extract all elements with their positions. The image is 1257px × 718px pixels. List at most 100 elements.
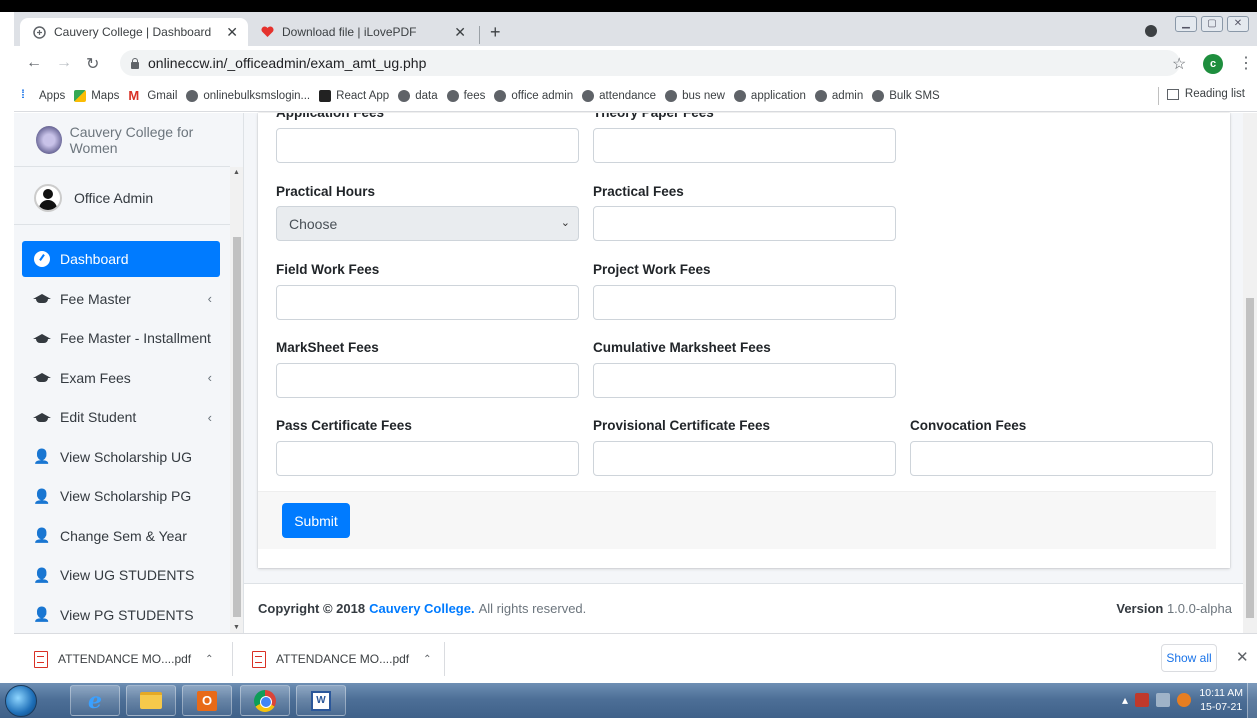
convocation-fees-input[interactable]: [910, 441, 1213, 476]
user-avatar: [34, 183, 62, 212]
chrome-button[interactable]: [240, 685, 290, 716]
tray-expand-icon[interactable]: ▴: [1122, 693, 1128, 707]
sidebar-item-view-scholarship-ug[interactable]: 👤 View Scholarship UG: [22, 439, 220, 475]
chevron-left-icon: ‹: [207, 291, 212, 306]
minimize-icon[interactable]: ▁: [1175, 16, 1197, 32]
taskbar-clock[interactable]: 10:11 AM 15-07-21: [1199, 686, 1243, 714]
url-bar[interactable]: onlineccw.in/_officeadmin/exam_amt_ug.ph…: [120, 50, 1180, 76]
exam-fees-form-card: Application Fees Theory Paper Fees Pract…: [258, 113, 1230, 568]
practical-hours-select[interactable]: Choose ⌄: [276, 206, 579, 241]
scroll-up-icon[interactable]: ▲: [233, 169, 240, 176]
bookmark-bus-new[interactable]: bus new: [665, 89, 725, 102]
tab-title: Download file | iLovePDF: [282, 25, 417, 39]
maximize-icon[interactable]: ▢: [1201, 16, 1223, 32]
sidebar-item-fee-master[interactable]: Fee Master ‹: [22, 281, 220, 317]
convocation-fees-label: Convocation Fees: [910, 418, 1027, 433]
bookmark-bulk-sms[interactable]: Bulk SMS: [872, 89, 940, 102]
user-panel[interactable]: Office Admin: [14, 171, 230, 225]
pass-certificate-fees-input[interactable]: [276, 441, 579, 476]
theory-paper-fees-input[interactable]: [593, 128, 896, 163]
maps-icon: [74, 89, 87, 102]
downloads-bar: ATTENDANCE MO....pdf ⌃ ATTENDANCE MO....…: [14, 633, 1257, 683]
chevron-up-icon[interactable]: ⌃: [423, 654, 431, 665]
download-item[interactable]: ATTENDANCE MO....pdf ⌃: [232, 634, 444, 684]
bookmark-react-app[interactable]: React App: [319, 89, 389, 102]
tab-close-icon[interactable]: ✕: [454, 24, 466, 41]
internet-explorer-button[interactable]: e: [70, 685, 120, 716]
application-fees-input[interactable]: [276, 128, 579, 163]
tab-cauvery-dashboard[interactable]: Cauvery College | Dashboard ✕: [20, 18, 248, 46]
start-button[interactable]: [5, 685, 37, 717]
bookmark-office-admin[interactable]: office admin: [494, 89, 573, 102]
window-close-icon[interactable]: ✕: [1227, 16, 1249, 32]
sidebar-item-label: Change Sem & Year: [60, 527, 187, 544]
tab-ilovepdf[interactable]: Download file | iLovePDF ✕: [248, 18, 476, 46]
sidebar-item-label: View PG STUDENTS: [60, 606, 194, 623]
reading-list-button[interactable]: Reading list: [1166, 88, 1245, 100]
tab-close-icon[interactable]: ✕: [226, 24, 238, 41]
sidebar-item-label: Fee Master: [60, 290, 131, 307]
sidebar-item-dashboard[interactable]: Dashboard: [22, 241, 220, 277]
graduation-cap-icon: [32, 333, 52, 343]
sidebar-item-view-ug-students[interactable]: 👤 View UG STUDENTS: [22, 557, 220, 593]
bookmark-maps[interactable]: Maps: [74, 89, 119, 102]
chevron-up-icon[interactable]: ⌃: [205, 654, 213, 665]
new-tab-button[interactable]: +: [490, 22, 501, 43]
bookmark-application[interactable]: application: [733, 89, 806, 102]
sidebar-item-view-scholarship-pg[interactable]: 👤 View Scholarship PG: [22, 478, 220, 514]
word-button[interactable]: W: [296, 685, 346, 716]
tray-volume-icon[interactable]: [1177, 693, 1191, 707]
download-item[interactable]: ATTENDANCE MO....pdf ⌃: [14, 634, 232, 684]
bookmark-data[interactable]: data: [398, 89, 438, 102]
reading-list-icon: [1166, 88, 1179, 100]
bookmark-apps[interactable]: Apps: [21, 87, 65, 102]
browser-menu-icon[interactable]: ⋮: [1238, 53, 1254, 73]
sidebar-scroll-thumb[interactable]: [233, 237, 241, 617]
submit-button[interactable]: Submit: [282, 503, 350, 538]
show-all-downloads-button[interactable]: Show all: [1161, 644, 1217, 672]
sidebar-item-change-sem-year[interactable]: 👤 Change Sem & Year: [22, 518, 220, 554]
cumulative-marksheet-fees-label: Cumulative Marksheet Fees: [593, 340, 771, 355]
provisional-certificate-fees-label: Provisional Certificate Fees: [593, 418, 771, 433]
bookmark-admin[interactable]: admin: [814, 89, 863, 102]
lock-icon: [130, 58, 140, 69]
bookmark-star-icon[interactable]: ☆: [1172, 54, 1186, 74]
close-downloads-icon[interactable]: ✕: [1236, 648, 1249, 666]
cumulative-marksheet-fees-input[interactable]: [593, 363, 896, 398]
sidebar-item-exam-fees[interactable]: Exam Fees ‹: [22, 360, 220, 396]
bookmark-fees[interactable]: fees: [446, 89, 485, 102]
project-work-fees-input[interactable]: [593, 285, 896, 320]
tray-security-icon[interactable]: [1135, 693, 1149, 707]
outlook-button[interactable]: O: [182, 685, 232, 716]
profile-avatar[interactable]: c: [1203, 54, 1223, 74]
practical-fees-input[interactable]: [593, 206, 896, 241]
back-arrow-icon[interactable]: ←: [26, 54, 42, 72]
marksheet-fees-input[interactable]: [276, 363, 579, 398]
file-explorer-button[interactable]: [126, 685, 176, 716]
bookmark-onlinebulksms[interactable]: onlinebulksmslogin...: [186, 89, 310, 102]
graduation-cap-icon: [32, 294, 52, 303]
user-plus-icon: 👤: [33, 527, 51, 543]
scroll-down-icon[interactable]: ▼: [233, 624, 240, 631]
field-work-fees-input[interactable]: [276, 285, 579, 320]
college-link[interactable]: Cauvery College.: [369, 601, 475, 616]
forward-arrow-icon[interactable]: →: [56, 54, 72, 72]
graduation-cap-icon: [32, 412, 52, 422]
bookmark-gmail[interactable]: M Gmail: [128, 89, 177, 102]
show-desktop-button[interactable]: [1247, 683, 1257, 718]
sidebar-item-edit-student[interactable]: Edit Student ‹: [22, 399, 220, 435]
provisional-certificate-fees-input[interactable]: [593, 441, 896, 476]
main-scrollbar[interactable]: [1243, 113, 1257, 633]
bookmark-attendance[interactable]: attendance: [582, 89, 656, 102]
sidebar-scrollbar[interactable]: ▲ ▼: [230, 167, 243, 633]
reload-icon[interactable]: ↻: [86, 54, 99, 74]
practical-fees-label: Practical Fees: [593, 184, 684, 199]
sidebar-item-view-pg-students[interactable]: 👤 View PG STUDENTS: [22, 597, 220, 633]
tab-search-icon[interactable]: [1145, 25, 1157, 37]
brand-link[interactable]: Cauvery College for Women: [14, 113, 230, 167]
tray-network-icon[interactable]: [1156, 693, 1170, 707]
sidebar-item-label: Exam Fees: [60, 369, 131, 386]
main-scroll-thumb[interactable]: [1246, 298, 1254, 618]
sidebar-item-fee-master-installment[interactable]: Fee Master - Installment: [22, 320, 220, 356]
sidebar-item-label: View Scholarship UG: [60, 448, 193, 465]
